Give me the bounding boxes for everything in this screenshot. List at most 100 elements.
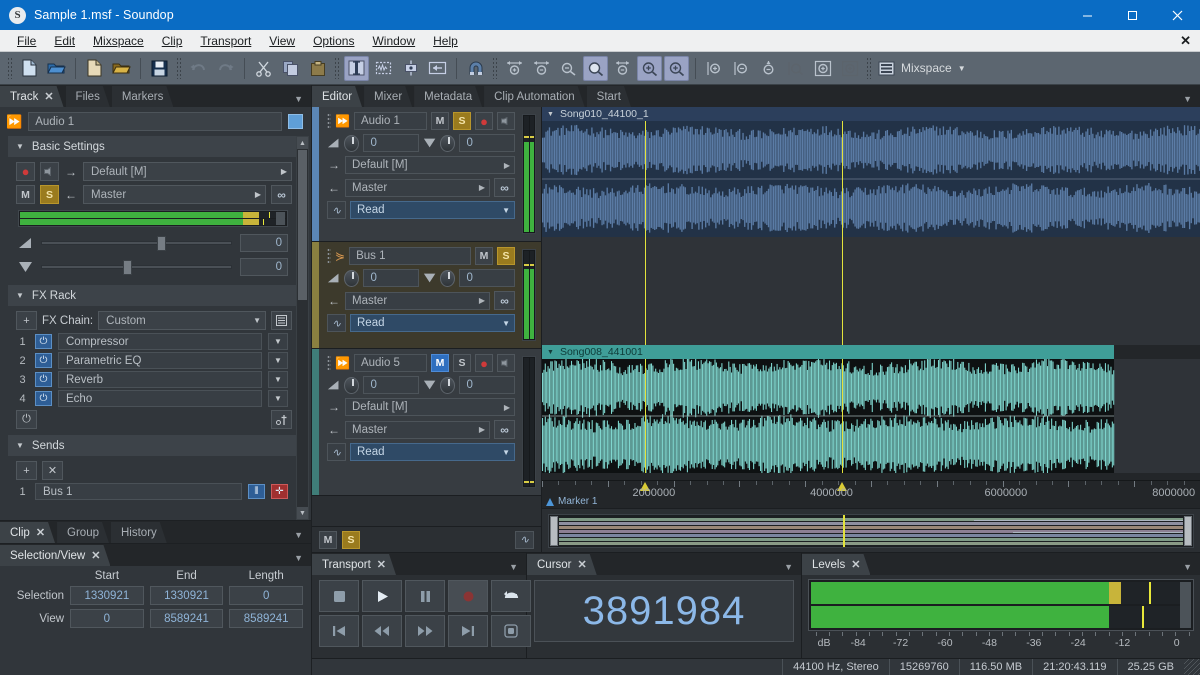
menu-item-edit[interactable]: Edit xyxy=(45,32,84,50)
tab-track[interactable]: Track ✕ xyxy=(0,86,64,107)
channel-strip-audio-5[interactable]: ⏩ Audio 5 M S ● xyxy=(312,349,541,496)
menu-item-file[interactable]: File xyxy=(8,32,45,50)
menu-item-mixspace[interactable]: Mixspace xyxy=(84,32,153,50)
copy-icon[interactable] xyxy=(278,56,303,81)
play-button[interactable] xyxy=(362,580,402,612)
drag-handle[interactable] xyxy=(327,113,331,129)
collapse-triangle-icon[interactable]: ▼ xyxy=(547,111,554,118)
selection-length-field[interactable]: 0 xyxy=(229,586,303,605)
strip-record-button[interactable]: ● xyxy=(475,354,493,372)
remove-send-button[interactable]: ✕ xyxy=(42,461,63,480)
fx-item[interactable]: 2 ⏻ Parametric EQ ▼ xyxy=(8,351,296,370)
track-name-input[interactable]: Audio 1 xyxy=(28,112,282,131)
tab-cursor[interactable]: Cursor ✕ xyxy=(527,554,597,575)
fx-preset-icon[interactable] xyxy=(271,410,292,429)
overview-playhead[interactable] xyxy=(843,515,845,547)
add-fx-button[interactable]: + xyxy=(16,311,37,330)
channel-strip-audio-1[interactable]: ⏩ Audio 1 M S ● xyxy=(312,107,541,242)
strip-link-button[interactable]: ∞ xyxy=(494,420,515,439)
strip-pan-value[interactable]: 0 xyxy=(459,269,515,287)
scroll-down-icon[interactable]: ▼ xyxy=(297,507,308,519)
toolbar-grip[interactable] xyxy=(334,57,340,79)
sends-header[interactable]: ▼ Sends xyxy=(8,435,296,456)
fx-power-icon[interactable]: ⏻ xyxy=(35,353,52,368)
master-solo-button[interactable]: S xyxy=(342,531,360,549)
menu-item-window[interactable]: Window xyxy=(363,32,424,50)
strip-output-select[interactable]: Master ▶ xyxy=(345,179,490,197)
magnet-snap-icon[interactable] xyxy=(463,56,488,81)
strip-mute-button[interactable]: M xyxy=(431,354,449,372)
strip-link-button[interactable]: ∞ xyxy=(494,291,515,310)
strip-solo-button[interactable]: S xyxy=(497,247,515,265)
toolbar-grip[interactable] xyxy=(492,57,498,79)
new-session-icon[interactable] xyxy=(82,56,107,81)
output-select[interactable]: Master ▶ xyxy=(83,185,266,204)
record-button[interactable] xyxy=(448,580,488,612)
zoom-page-icon[interactable] xyxy=(837,56,862,81)
paste-icon[interactable] xyxy=(305,56,330,81)
drag-handle[interactable] xyxy=(327,248,331,264)
waveform-3[interactable] xyxy=(542,359,1200,473)
marquee-tool-icon[interactable] xyxy=(371,56,396,81)
view-length-field[interactable]: 8589241 xyxy=(229,609,303,628)
menu-item-clip[interactable]: Clip xyxy=(153,32,192,50)
strip-record-button[interactable]: ● xyxy=(475,112,493,130)
insert-icon[interactable] xyxy=(425,56,450,81)
link-channels-button[interactable]: ∞ xyxy=(271,185,292,204)
cursor-display[interactable]: 3891984 xyxy=(534,580,794,642)
strip-automation-select[interactable]: Read ▼ xyxy=(350,201,515,219)
record-arm-button[interactable]: ● xyxy=(16,162,35,181)
clip-header-1[interactable]: ▼ Song010_44100_1 xyxy=(542,107,1200,121)
automation-icon[interactable]: ∿ xyxy=(327,443,346,461)
lane-2-empty[interactable] xyxy=(542,237,1200,345)
fx-item[interactable]: 3 ⏻ Reverb ▼ xyxy=(8,370,296,389)
fx-item[interactable]: 1 ⏻ Compressor ▼ xyxy=(8,332,296,351)
clip-header-3[interactable]: ▼ Song008_441001 xyxy=(542,345,1114,359)
volume-knob[interactable] xyxy=(344,135,359,152)
tab-selection-view[interactable]: Selection/View ✕ xyxy=(0,545,110,566)
strip-link-button[interactable]: ∞ xyxy=(494,178,515,197)
scroll-up-icon[interactable]: ▲ xyxy=(297,137,308,149)
menu-item-transport[interactable]: Transport xyxy=(191,32,260,50)
pan-knob[interactable] xyxy=(440,377,455,394)
volume-value[interactable]: 0 xyxy=(240,234,288,252)
tab-metadata[interactable]: Metadata xyxy=(414,86,482,107)
tab-levels[interactable]: Levels ✕ xyxy=(802,554,870,575)
menu-item-help[interactable]: Help xyxy=(424,32,467,50)
fx-chain-select[interactable]: Custom ▼ xyxy=(98,311,266,330)
waveform-1[interactable] xyxy=(542,121,1200,237)
add-send-button[interactable]: + xyxy=(16,461,37,480)
levels-clip-indicator[interactable] xyxy=(1180,582,1191,628)
input-select[interactable]: Default [M] ▶ xyxy=(83,162,292,181)
close-document-button[interactable]: ✕ xyxy=(1180,33,1200,49)
view-start-field[interactable]: 0 xyxy=(70,609,144,628)
open-session-icon[interactable] xyxy=(109,56,134,81)
automation-icon[interactable]: ∿ xyxy=(515,531,534,549)
monitor-button[interactable] xyxy=(40,162,59,181)
zoom-in-horizontal-icon[interactable] xyxy=(502,56,527,81)
menu-item-options[interactable]: Options xyxy=(304,32,363,50)
tab-clip-automation[interactable]: Clip Automation xyxy=(484,86,585,107)
volume-knob[interactable] xyxy=(344,270,359,287)
strip-output-select[interactable]: Master ▶ xyxy=(345,421,490,439)
basic-settings-header[interactable]: ▼ Basic Settings xyxy=(8,136,296,157)
redo-icon[interactable] xyxy=(213,56,238,81)
strip-automation-select[interactable]: Read ▼ xyxy=(350,443,515,461)
zoom-vertical-fit-icon[interactable] xyxy=(756,56,781,81)
volume-knob[interactable] xyxy=(344,377,359,394)
chevron-down-icon[interactable]: ▼ xyxy=(268,352,288,369)
view-end-field[interactable]: 8589241 xyxy=(150,609,224,628)
levels-meters[interactable] xyxy=(808,579,1194,631)
chevron-down-icon[interactable]: ▼ xyxy=(268,390,288,407)
tab-markers[interactable]: Markers xyxy=(112,86,174,107)
menu-item-view[interactable]: View xyxy=(260,32,304,50)
pan-slider[interactable] xyxy=(41,265,232,269)
pause-button[interactable] xyxy=(405,580,445,612)
strip-automation-select[interactable]: Read ▼ xyxy=(350,314,515,332)
pan-value[interactable]: 0 xyxy=(240,258,288,276)
move-tool-icon[interactable] xyxy=(398,56,423,81)
zoom-out-full-icon[interactable] xyxy=(556,56,581,81)
solo-button[interactable]: S xyxy=(40,185,59,204)
send-remove-icon[interactable]: ✛ xyxy=(271,484,288,499)
undo-icon[interactable] xyxy=(186,56,211,81)
